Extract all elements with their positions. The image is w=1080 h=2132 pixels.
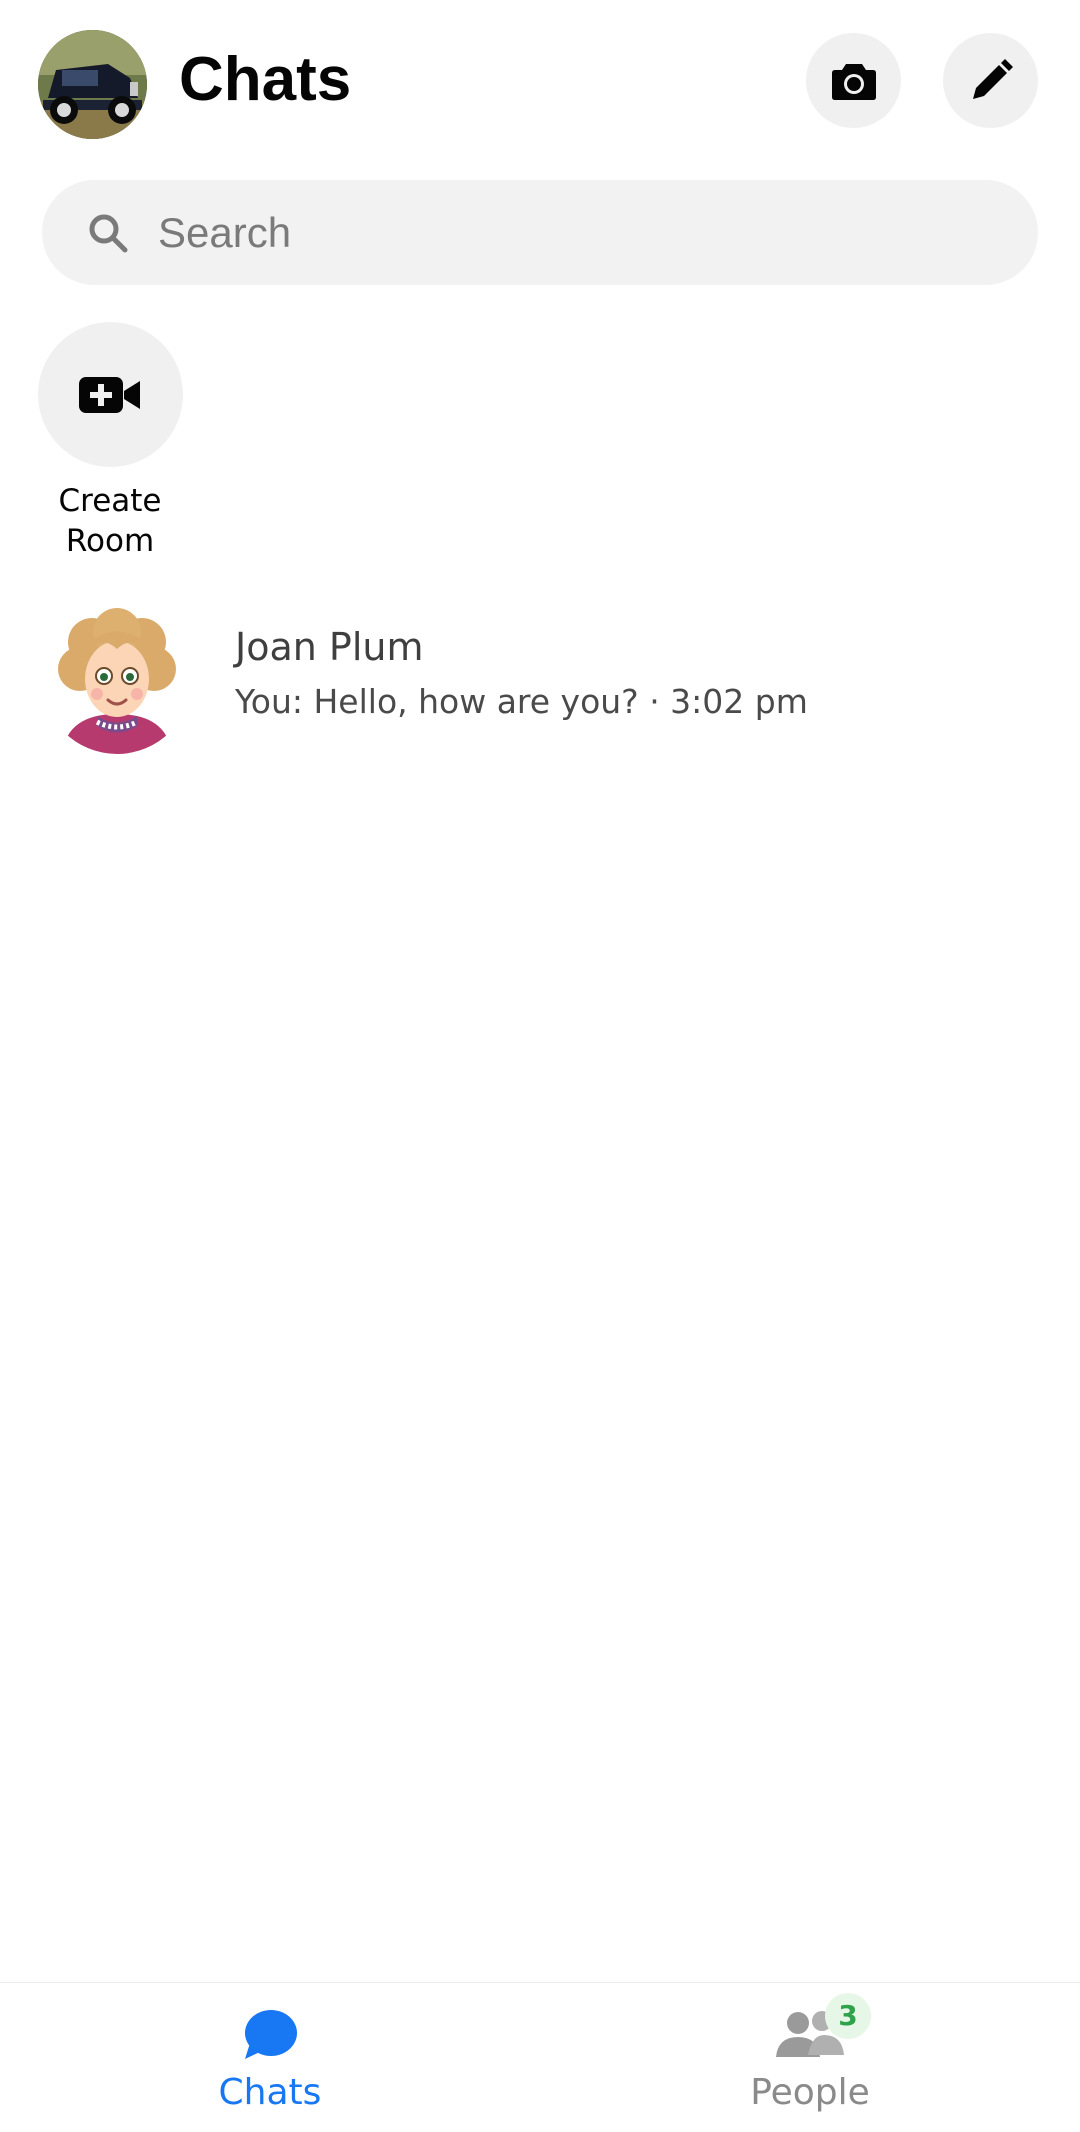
page-title: Chats	[179, 45, 352, 114]
chat-bubble-icon	[245, 2010, 297, 2059]
search-bar[interactable]	[42, 180, 1038, 285]
people-count-badge: 3	[825, 1993, 871, 2039]
tab-people[interactable]: 3 People	[540, 1983, 1080, 2132]
tab-chats-label: Chats	[218, 2072, 322, 2113]
vintage-car-photo	[38, 30, 147, 139]
chat-avatar	[42, 604, 192, 754]
chat-name: Joan Plum	[235, 625, 424, 669]
search-input[interactable]	[158, 180, 1008, 285]
top-bar: Chats	[0, 0, 1080, 162]
video-plus-icon	[79, 376, 140, 413]
tab-people-label: People	[750, 2072, 870, 2113]
profile-avatar[interactable]	[38, 30, 147, 139]
camera-icon	[831, 63, 876, 100]
camera-button[interactable]	[806, 33, 901, 128]
chat-preview: You: Hello, how are you? · 3:02 pm	[235, 682, 808, 721]
pencil-icon	[972, 58, 1013, 99]
create-room-button[interactable]: Create Room	[30, 322, 190, 561]
bottom-nav: Chats 3 People	[0, 1982, 1080, 2132]
tab-chats[interactable]: Chats	[0, 1983, 540, 2132]
chat-row[interactable]: Joan Plum You: Hello, how are you? · 3:0…	[0, 592, 1080, 767]
create-room-label: Create Room	[58, 483, 162, 559]
cartoon-woman-avatar	[42, 604, 192, 754]
search-icon	[89, 214, 128, 253]
create-room-circle	[37, 322, 183, 467]
compose-button[interactable]	[943, 33, 1038, 128]
